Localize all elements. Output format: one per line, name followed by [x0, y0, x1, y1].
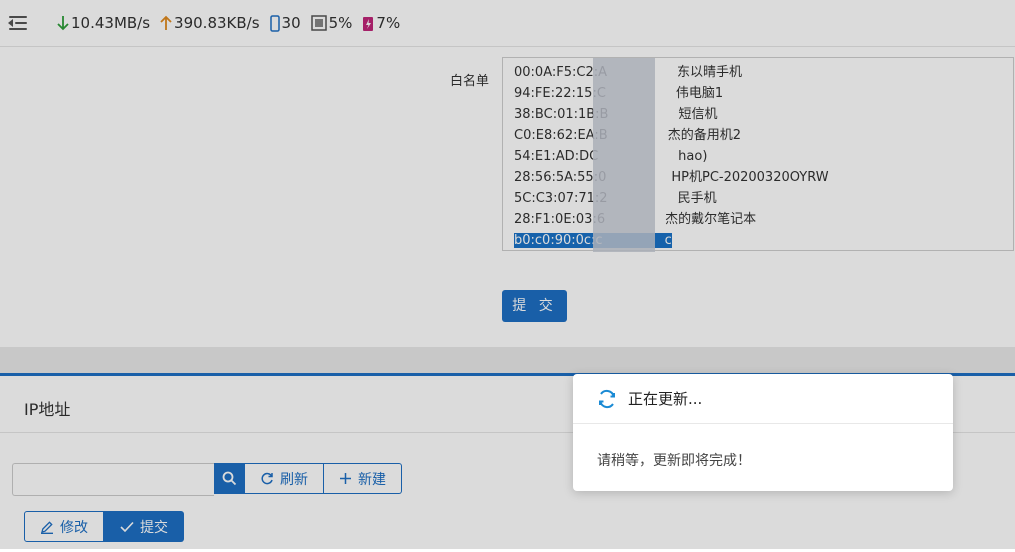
- updating-dialog: 正在更新... 请稍等，更新即将完成！: [573, 374, 953, 491]
- dialog-title: 正在更新...: [628, 390, 703, 408]
- dialog-message: 请稍等，更新即将完成！: [597, 453, 751, 469]
- sync-icon: [599, 389, 615, 408]
- dialog-header: 正在更新...: [573, 374, 953, 424]
